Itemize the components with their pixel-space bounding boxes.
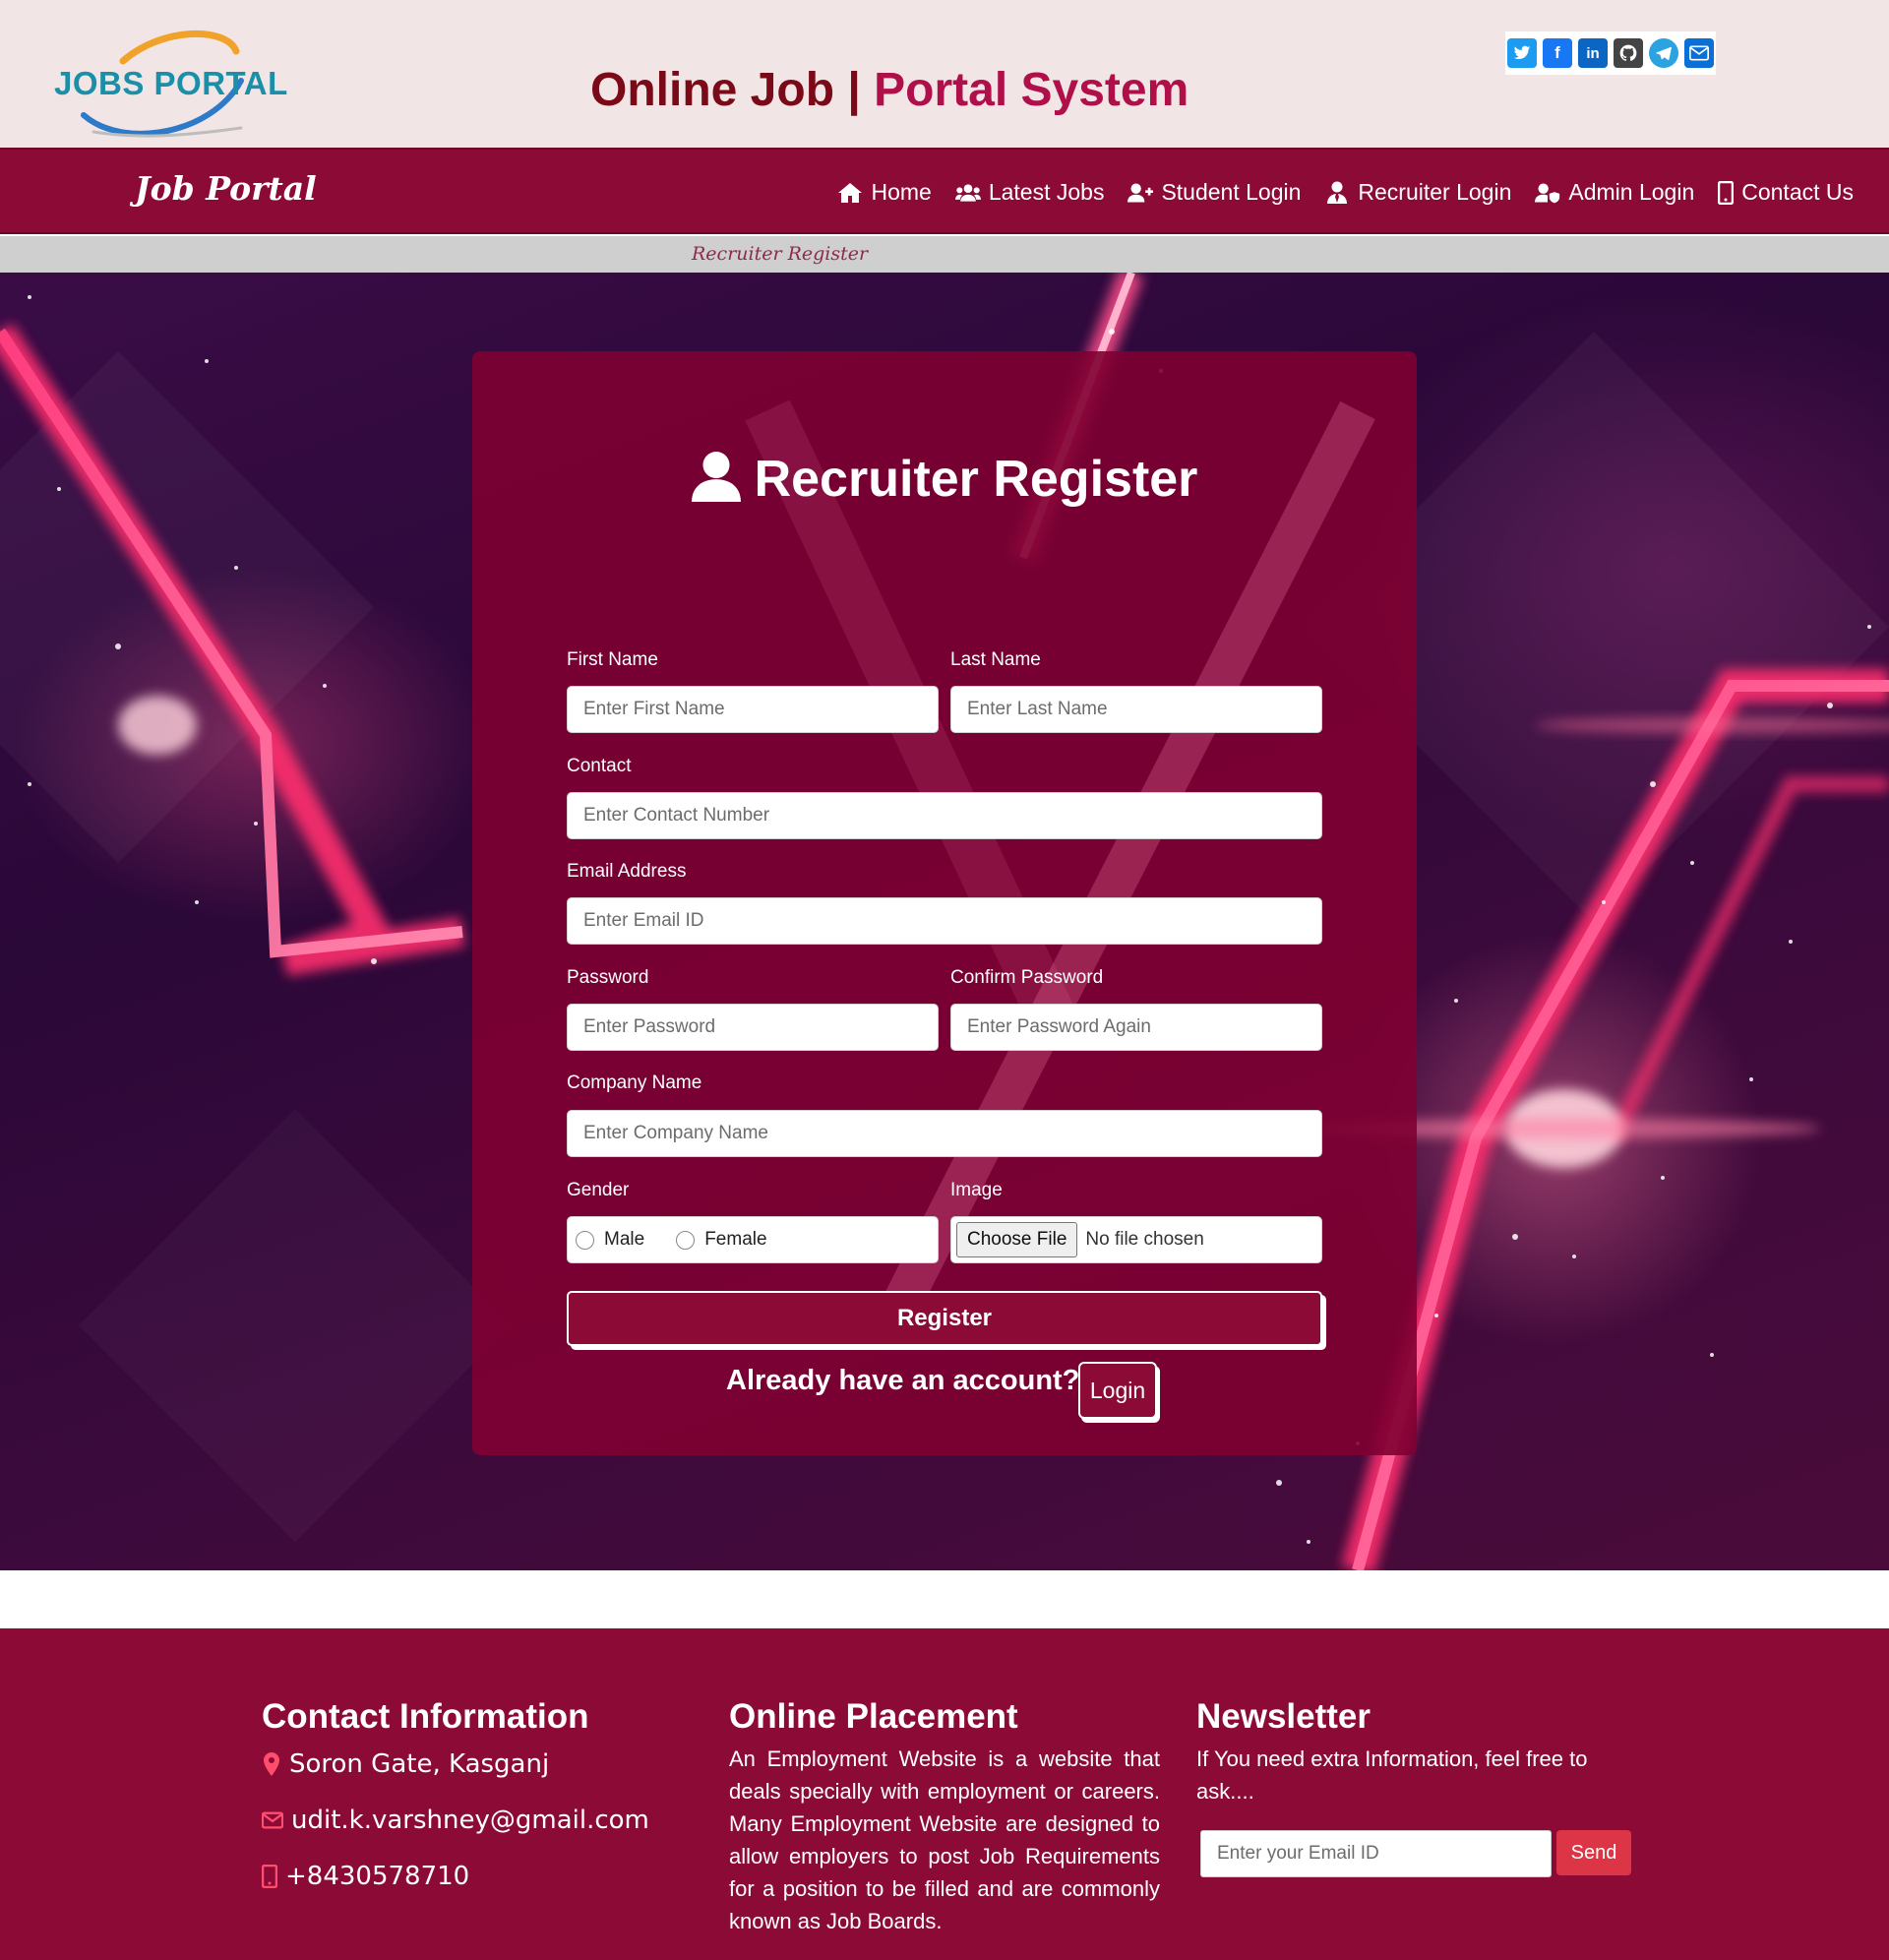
footer: Contact Information Soron Gate, Kasganj …: [0, 1628, 1889, 1960]
user-shield-icon: [1535, 182, 1560, 203]
company-name-label: Company Name: [567, 1072, 702, 1093]
site-title-part1: Online Job |: [590, 64, 875, 116]
nav-item-label: Student Login: [1161, 179, 1302, 205]
social-links: f in: [1505, 31, 1716, 75]
recruiter-register-form: Recruiter Register First Name Last Name …: [472, 351, 1417, 1455]
contact-label: Contact: [567, 756, 632, 776]
footer-placement-column: Online Placement An Employment Website i…: [729, 1697, 1160, 1937]
nav-item-home[interactable]: Home: [837, 179, 932, 206]
female-radio[interactable]: [676, 1230, 696, 1250]
first-name-label: First Name: [567, 649, 658, 670]
image-label: Image: [950, 1180, 1003, 1200]
site-title: Online Job | Portal System: [590, 63, 1188, 117]
home-icon: [838, 182, 863, 203]
already-have-account-text: Already have an account?: [726, 1365, 1080, 1396]
image-file-input[interactable]: Choose File No file chosen: [950, 1216, 1322, 1263]
newsletter-heading: Newsletter: [1196, 1697, 1371, 1736]
github-icon[interactable]: [1614, 38, 1643, 68]
newsletter-text: If You need extra Information, feel free…: [1196, 1746, 1588, 1804]
footer-newsletter-column: Newsletter If You need extra Information…: [1196, 1697, 1629, 1807]
password-label: Password: [567, 967, 649, 988]
nav-item-label: Home: [871, 179, 932, 205]
user-icon: [691, 451, 741, 515]
contact-input[interactable]: [567, 792, 1322, 839]
breadcrumb: Recruiter Register: [692, 243, 869, 265]
top-header: JOBS PORTAL Online Job | Portal System f…: [0, 0, 1889, 148]
female-radio-label: Female: [704, 1229, 767, 1250]
gender-male-option[interactable]: Male: [576, 1229, 644, 1251]
first-name-input[interactable]: [567, 686, 939, 733]
address-text: Soron Gate, Kasganj: [289, 1749, 550, 1779]
mobile-icon: [262, 1865, 277, 1888]
footer-phone[interactable]: +8430578710: [262, 1862, 469, 1891]
placement-text: An Employment Website is a website that …: [729, 1746, 1160, 1933]
footer-email[interactable]: udit.k.varshney@gmail.com: [262, 1806, 649, 1835]
placement-heading: Online Placement: [729, 1697, 1018, 1736]
telegram-icon[interactable]: [1649, 38, 1678, 68]
confirm-password-label: Confirm Password: [950, 967, 1104, 988]
user-plus-icon: [1127, 182, 1154, 203]
choose-file-button[interactable]: Choose File: [956, 1222, 1078, 1257]
nav-menu: Home Latest Jobs Student Login Recruiter…: [837, 179, 1854, 206]
form-title-text: Recruiter Register: [754, 451, 1198, 508]
nav-item-label: Contact Us: [1741, 179, 1854, 205]
male-radio[interactable]: [576, 1230, 594, 1250]
last-name-input[interactable]: [950, 686, 1322, 733]
confirm-password-input[interactable]: [950, 1004, 1322, 1051]
map-marker-icon: [264, 1752, 279, 1776]
password-input[interactable]: [567, 1004, 939, 1051]
nav-item-student-login[interactable]: Student Login: [1127, 179, 1301, 206]
footer-address: Soron Gate, Kasganj: [262, 1749, 549, 1779]
site-title-part2: Portal System: [874, 64, 1189, 116]
user-tie-icon: [1327, 181, 1348, 204]
gender-label: Gender: [567, 1180, 630, 1200]
nav-item-label: Admin Login: [1568, 179, 1695, 205]
login-button[interactable]: Login: [1078, 1362, 1157, 1419]
breadcrumb-strip: Recruiter Register: [0, 236, 1889, 273]
gender-female-option[interactable]: Female: [676, 1229, 767, 1251]
register-button[interactable]: Register: [567, 1291, 1322, 1346]
twitter-icon[interactable]: [1507, 38, 1537, 68]
newsletter-send-button[interactable]: Send: [1556, 1830, 1631, 1875]
navbar-brand[interactable]: Job Portal: [135, 169, 317, 208]
form-title: Recruiter Register: [472, 450, 1417, 515]
nav-item-latest-jobs[interactable]: Latest Jobs: [954, 179, 1105, 206]
newsletter-email-input[interactable]: [1200, 1830, 1552, 1877]
file-status: No file chosen: [1085, 1229, 1204, 1250]
company-name-input[interactable]: [567, 1110, 1322, 1157]
mobile-icon: [1718, 180, 1735, 205]
linkedin-icon[interactable]: in: [1578, 38, 1608, 68]
last-name-label: Last Name: [950, 649, 1041, 670]
male-radio-label: Male: [604, 1229, 645, 1250]
nav-item-label: Recruiter Login: [1358, 179, 1512, 205]
nav-item-recruiter-login[interactable]: Recruiter Login: [1324, 179, 1511, 206]
email-label: Email Address: [567, 861, 687, 882]
main-navbar: Job Portal Home Latest Jobs Student Logi…: [0, 148, 1889, 234]
hero-background: Recruiter Register First Name Last Name …: [0, 273, 1889, 1570]
facebook-icon[interactable]: f: [1543, 38, 1572, 68]
email-text: udit.k.varshney@gmail.com: [291, 1806, 649, 1835]
nav-item-label: Latest Jobs: [988, 179, 1105, 205]
nav-item-contact-us[interactable]: Contact Us: [1718, 179, 1854, 206]
logo-text: JOBS PORTAL: [54, 65, 288, 101]
gender-radio-group: Male Female: [567, 1216, 939, 1263]
phone-text: +8430578710: [285, 1862, 470, 1891]
email-input[interactable]: [567, 897, 1322, 945]
footer-contact-column: Contact Information: [262, 1697, 675, 1737]
users-icon: [954, 183, 981, 202]
envelope-icon: [262, 1811, 283, 1829]
jobs-portal-logo[interactable]: JOBS PORTAL: [54, 22, 287, 140]
nav-item-admin-login[interactable]: Admin Login: [1535, 179, 1694, 206]
email-icon[interactable]: [1684, 38, 1714, 68]
contact-heading: Contact Information: [262, 1697, 589, 1736]
